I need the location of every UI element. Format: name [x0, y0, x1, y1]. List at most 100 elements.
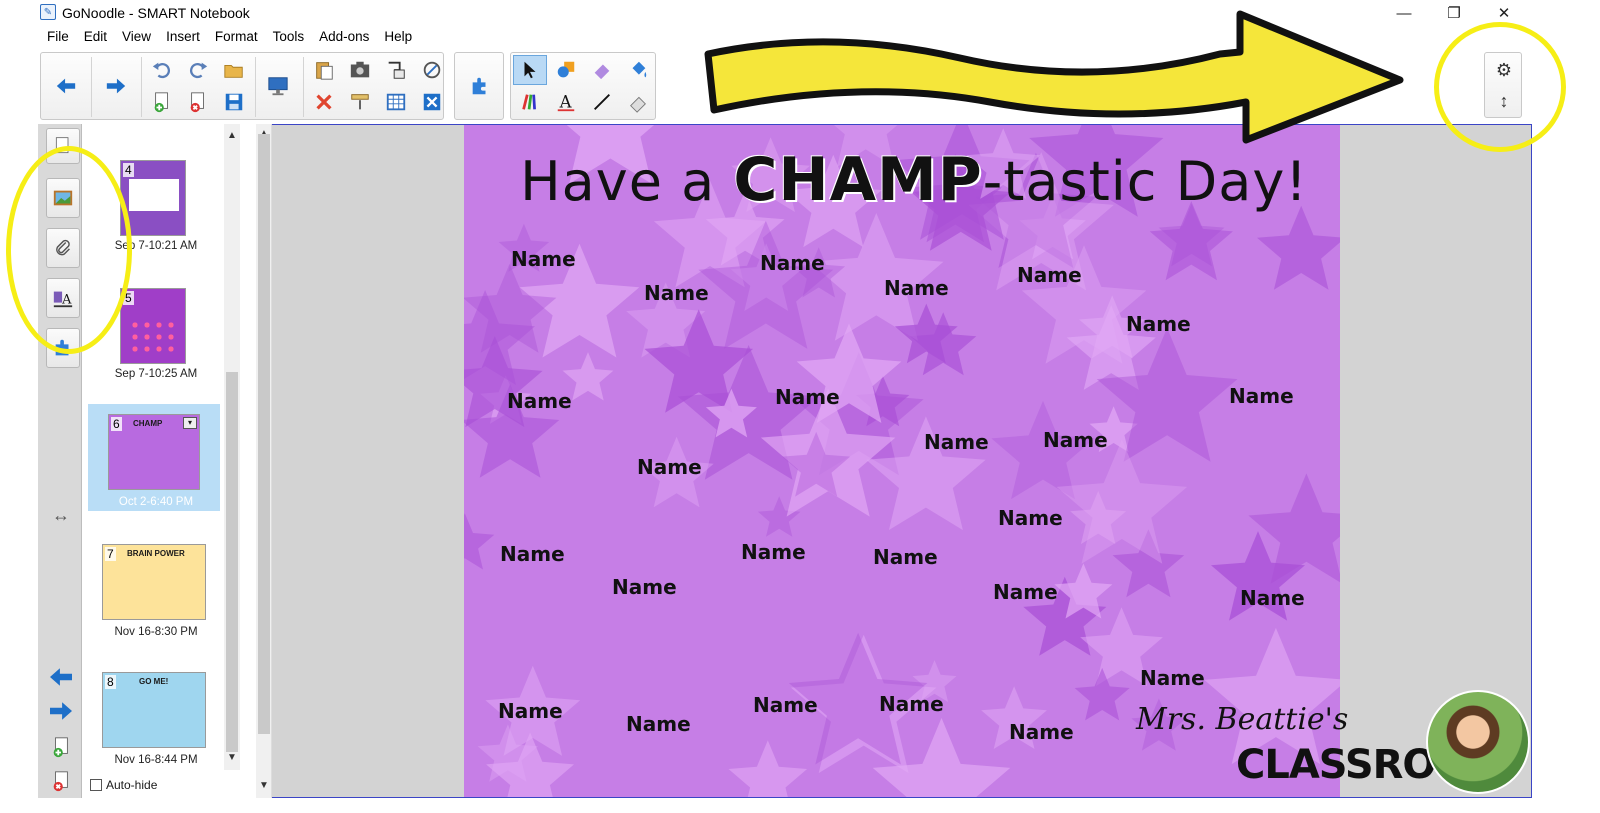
menu-file[interactable]: File — [40, 26, 77, 48]
screen-shade-down-icon[interactable] — [343, 87, 377, 117]
fullscreen-icon[interactable] — [415, 55, 449, 85]
name-tag[interactable]: Name — [1009, 720, 1074, 744]
properties-icon[interactable] — [415, 87, 449, 117]
annotation-arrow — [704, 10, 1404, 144]
thumbnail-label: Nov 16-8:30 PM — [114, 626, 198, 638]
scroll-down-icon[interactable]: ▼ — [227, 752, 237, 763]
name-tag[interactable]: Name — [1043, 428, 1108, 452]
thumbnail-menu-icon[interactable]: ▾ — [183, 417, 197, 429]
menu-format[interactable]: Format — [208, 26, 266, 48]
swap-sides-icon[interactable]: ↔ — [46, 502, 76, 528]
name-tag[interactable]: Name — [1017, 263, 1082, 287]
menu-tools[interactable]: Tools — [266, 26, 313, 48]
name-tag[interactable]: Name — [500, 542, 565, 566]
name-tag[interactable]: Name — [1140, 666, 1205, 690]
name-tag[interactable]: Name — [644, 281, 709, 305]
window-title: GoNoodle - SMART Notebook — [62, 5, 250, 21]
menu-bar: File Edit View Insert Format Tools Add-o… — [40, 26, 420, 48]
addon-icon[interactable] — [463, 71, 497, 101]
thumbnail-number: 4 — [123, 163, 134, 177]
name-tag[interactable]: Name — [873, 545, 938, 569]
page-thumbnail-7[interactable]: 7 BRAIN POWER — [102, 544, 206, 620]
toolbar-group-addon — [454, 52, 504, 120]
redo-icon[interactable] — [181, 55, 215, 85]
page-thumbnail-5[interactable]: 5 — [120, 288, 186, 364]
name-tag[interactable]: Name — [924, 430, 989, 454]
name-tag[interactable]: Name — [879, 692, 944, 716]
scroll-up-icon[interactable]: ▲ — [227, 130, 237, 141]
page-thumbnail-6[interactable]: 6 CHAMP ▾ — [108, 414, 200, 490]
screen-capture-icon[interactable] — [343, 55, 377, 85]
name-tag[interactable]: Name — [993, 580, 1058, 604]
background-star — [1056, 439, 1188, 564]
screen-shade-icon[interactable] — [379, 55, 413, 85]
thumbnail-content — [129, 179, 179, 211]
teacher-avatar — [1426, 690, 1530, 794]
add-page-icon[interactable] — [145, 87, 179, 117]
sorter-scroll-thumb[interactable] — [226, 372, 238, 752]
background-star — [464, 513, 495, 570]
back-arrow-icon[interactable] — [49, 71, 83, 101]
delete-page-icon[interactable] — [181, 87, 215, 117]
pens-icon[interactable] — [513, 87, 547, 117]
text-icon[interactable]: A — [549, 87, 583, 117]
delete-icon[interactable] — [307, 87, 341, 117]
name-tag[interactable]: Name — [1126, 312, 1191, 336]
sorter-scrollbar[interactable]: ▲ ▼ — [224, 124, 240, 770]
name-tag[interactable]: Name — [884, 276, 949, 300]
auto-hide-toggle[interactable]: Auto-hide — [90, 778, 157, 792]
name-tag[interactable]: Name — [637, 455, 702, 479]
auto-hide-checkbox[interactable] — [90, 779, 102, 791]
previous-page-icon[interactable] — [46, 664, 76, 690]
name-tag[interactable]: Name — [626, 712, 691, 736]
open-folder-icon[interactable] — [217, 55, 251, 85]
eraser-icon[interactable] — [585, 55, 619, 85]
magic-eraser-icon[interactable] — [621, 87, 655, 117]
line-icon[interactable] — [585, 87, 619, 117]
thumbnail-number: 6 — [111, 417, 122, 431]
menu-edit[interactable]: Edit — [77, 26, 115, 48]
forward-arrow-icon[interactable] — [99, 71, 133, 101]
name-tag[interactable]: Name — [507, 389, 572, 413]
canvas-scrollbar[interactable]: ▲ ▼ — [256, 124, 272, 798]
sidebar-delete-page-icon[interactable] — [46, 768, 76, 794]
name-tag[interactable]: Name — [741, 540, 806, 564]
thumbnail-title: BRAIN POWER — [127, 549, 185, 558]
thumbnail-content — [129, 319, 179, 355]
page-thumbnail-8[interactable]: 8 GO ME! — [102, 672, 206, 748]
shapes-icon[interactable] — [549, 55, 583, 85]
notebook-page[interactable]: Have a CHAMP-tastic Day! Name Name Name Nam… — [464, 125, 1340, 797]
table-icon[interactable] — [379, 87, 413, 117]
name-tag[interactable]: Name — [775, 385, 840, 409]
svg-text:A: A — [559, 93, 573, 112]
page-title: Have a CHAMP-tastic Day! — [504, 145, 1324, 215]
menu-help[interactable]: Help — [377, 26, 420, 48]
name-tag[interactable]: Name — [998, 506, 1063, 530]
name-tag[interactable]: Name — [1229, 384, 1294, 408]
save-icon[interactable] — [217, 87, 251, 117]
name-tag[interactable]: Name — [753, 693, 818, 717]
display-icon[interactable] — [261, 71, 295, 101]
menu-view[interactable]: View — [115, 26, 159, 48]
undo-icon[interactable] — [145, 55, 179, 85]
next-page-icon[interactable] — [46, 698, 76, 724]
sidebar-add-page-icon[interactable] — [46, 734, 76, 760]
name-tag[interactable]: Name — [1240, 586, 1305, 610]
smart-notebook-app-icon: ✎ — [40, 4, 56, 20]
name-tag[interactable]: Name — [498, 699, 563, 723]
restore-button[interactable]: ❐ — [1434, 2, 1474, 24]
thumbnail-number: 8 — [105, 675, 116, 689]
select-icon[interactable] — [513, 55, 547, 85]
name-tag[interactable]: Name — [760, 251, 825, 275]
background-star — [1074, 667, 1130, 721]
menu-addons[interactable]: Add-ons — [312, 26, 377, 48]
close-button[interactable]: ✕ — [1484, 2, 1524, 24]
canvas-scroll-down-icon[interactable]: ▼ — [259, 780, 269, 791]
menu-insert[interactable]: Insert — [159, 26, 208, 48]
canvas-scroll-thumb[interactable] — [258, 134, 270, 734]
name-tag[interactable]: Name — [511, 247, 576, 271]
title-bold: CHAMP — [733, 145, 983, 215]
name-tag[interactable]: Name — [612, 575, 677, 599]
fill-icon[interactable] — [621, 55, 655, 85]
paste-icon[interactable] — [307, 55, 341, 85]
